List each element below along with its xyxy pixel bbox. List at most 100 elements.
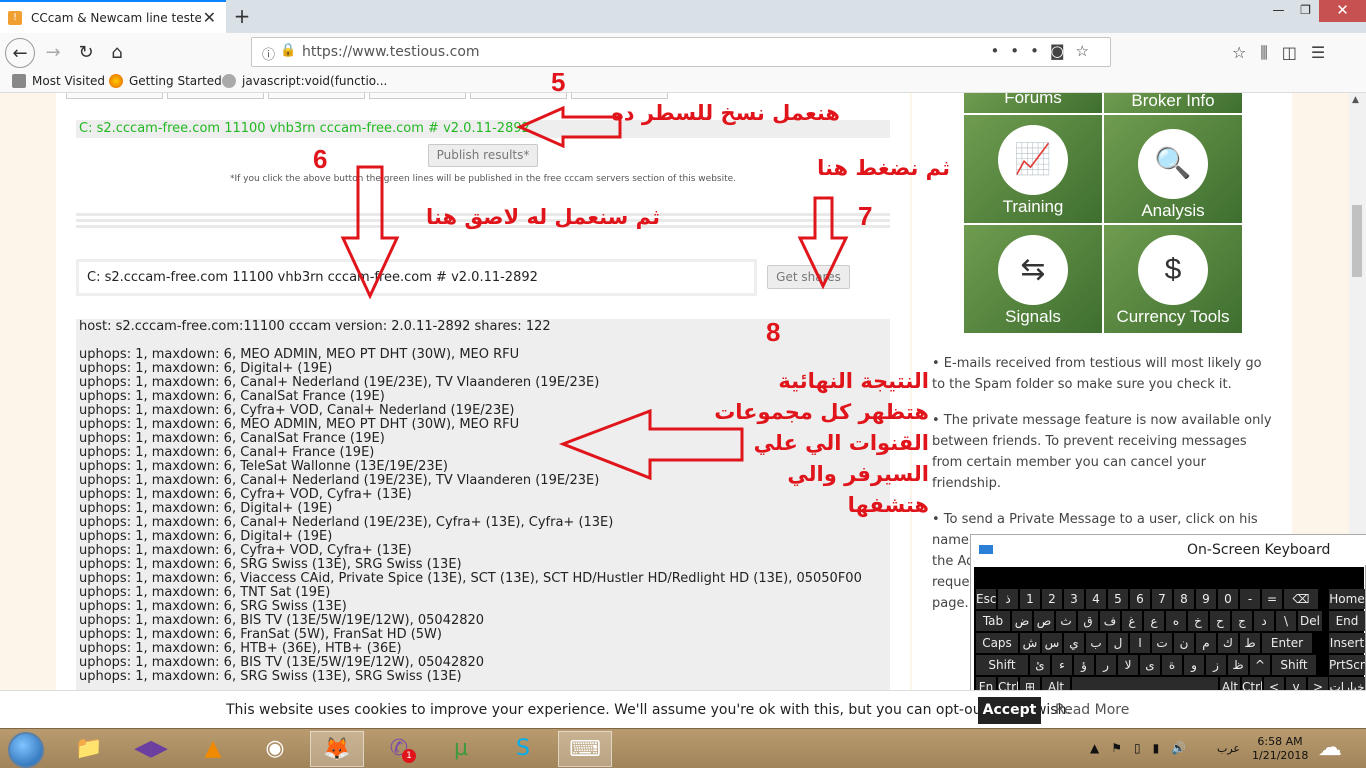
bookmark-star-icon[interactable]: ☆ bbox=[1076, 42, 1100, 60]
close-window-icon[interactable]: ✕ bbox=[1319, 0, 1366, 22]
firefox-icon[interactable]: 🦊 bbox=[310, 731, 364, 767]
osk-key[interactable]: ^ bbox=[1250, 655, 1270, 675]
clock[interactable]: 6:58 AM 1/21/2018 bbox=[1252, 735, 1308, 763]
osk-key[interactable]: غ bbox=[1122, 611, 1142, 631]
osk-key[interactable]: = bbox=[1262, 589, 1282, 609]
osk-key[interactable]: ع bbox=[1144, 611, 1164, 631]
osk-key[interactable]: ه bbox=[1166, 611, 1186, 631]
osk-key[interactable]: ك bbox=[1218, 633, 1238, 653]
osk-key[interactable]: ظ bbox=[1228, 655, 1248, 675]
osk-key[interactable]: ز bbox=[1206, 655, 1226, 675]
on-screen-keyboard[interactable]: On-Screen Keyboard Esc ذ 1 2 3 4 5 6 7 8 9 0- = ⌫ Tab ض… bbox=[970, 534, 1366, 702]
osk-key[interactable]: Caps bbox=[976, 633, 1018, 653]
osk-key[interactable]: Del bbox=[1298, 611, 1322, 631]
close-tab-icon[interactable]: ✕ bbox=[203, 8, 216, 27]
new-tab-button[interactable]: + bbox=[231, 4, 253, 28]
tile-broker-info[interactable]: Broker Info bbox=[1104, 93, 1242, 113]
osk-key[interactable]: 9 bbox=[1196, 589, 1216, 609]
osk-key[interactable]: ق bbox=[1078, 611, 1098, 631]
back-button[interactable]: ← bbox=[5, 38, 35, 68]
osk-key[interactable]: ش bbox=[1020, 633, 1040, 653]
osk-nav-key[interactable]: Home bbox=[1329, 589, 1365, 609]
chrome-icon[interactable]: ◉ bbox=[248, 731, 302, 767]
osk-key[interactable]: ج bbox=[1232, 611, 1252, 631]
osk-key[interactable]: م bbox=[1196, 633, 1216, 653]
osk-key[interactable]: ث bbox=[1056, 611, 1076, 631]
osk-key[interactable]: Shift bbox=[1272, 655, 1316, 675]
weather-icon[interactable]: ☁ bbox=[1318, 733, 1342, 761]
reload-icon[interactable]: ↻ bbox=[71, 38, 101, 68]
osk-key[interactable]: Enter bbox=[1262, 633, 1312, 653]
get-shares-button[interactable]: Get shares bbox=[767, 265, 850, 289]
osk-key[interactable]: ئ bbox=[1030, 655, 1050, 675]
osk-key[interactable]: ص bbox=[1034, 611, 1054, 631]
bookmarks-star-icon[interactable]: ☆ bbox=[1232, 43, 1260, 62]
osk-key[interactable]: س bbox=[1042, 633, 1062, 653]
osk-key[interactable]: ة bbox=[1162, 655, 1182, 675]
language-indicator[interactable]: عرب bbox=[1217, 742, 1240, 755]
osk-key[interactable]: 5 bbox=[1108, 589, 1128, 609]
menu-icon[interactable]: ☰ bbox=[1311, 43, 1339, 62]
osk-key[interactable]: ⌫ bbox=[1284, 589, 1318, 609]
show-hidden-icons-icon[interactable]: ▲ bbox=[1090, 741, 1111, 755]
site-info-icon[interactable]: ⓘ bbox=[262, 44, 275, 63]
osk-key[interactable]: ض bbox=[1012, 611, 1032, 631]
osk-key[interactable]: Shift bbox=[976, 655, 1028, 675]
network-icon[interactable]: ▮ bbox=[1153, 741, 1172, 755]
osk-key[interactable]: ؤ bbox=[1074, 655, 1094, 675]
osk-key[interactable]: لا bbox=[1118, 655, 1138, 675]
osk-key[interactable]: ح bbox=[1210, 611, 1230, 631]
osk-key[interactable]: خ bbox=[1188, 611, 1208, 631]
osk-key[interactable]: ذ bbox=[998, 589, 1018, 609]
osk-key[interactable]: 8 bbox=[1174, 589, 1194, 609]
restore-icon[interactable]: ❐ bbox=[1292, 0, 1319, 22]
tile-training[interactable]: 📈 Training bbox=[964, 115, 1102, 223]
osk-nav-key[interactable]: Insert bbox=[1329, 633, 1365, 653]
tile-signals[interactable]: ⇆ Signals bbox=[964, 225, 1102, 333]
skype-icon[interactable]: S bbox=[496, 731, 550, 767]
bookmark-javascript[interactable]: javascript:void(functio... bbox=[222, 74, 387, 88]
tile-analysis[interactable]: 🔍 Analysis bbox=[1104, 115, 1242, 223]
osk-titlebar[interactable]: On-Screen Keyboard bbox=[971, 535, 1366, 565]
utorrent-icon[interactable]: µ bbox=[434, 731, 488, 767]
url-text[interactable]: https://www.testious.com bbox=[302, 44, 480, 60]
osk-nav-key[interactable]: End bbox=[1329, 611, 1365, 631]
bookmark-most-visited[interactable]: Most Visited bbox=[12, 74, 105, 88]
osk-key[interactable]: 6 bbox=[1130, 589, 1150, 609]
osk-key[interactable]: ي bbox=[1064, 633, 1084, 653]
osk-key[interactable]: 0 bbox=[1218, 589, 1238, 609]
accept-cookies-button[interactable]: Accept bbox=[978, 697, 1041, 724]
osk-key[interactable]: 3 bbox=[1064, 589, 1084, 609]
vlc-icon[interactable]: ▲ bbox=[186, 731, 240, 767]
tile-currency-tools[interactable]: $ Currency Tools bbox=[1104, 225, 1242, 333]
osk-key[interactable]: ى bbox=[1140, 655, 1160, 675]
tile-forums[interactable]: Forums bbox=[964, 93, 1102, 113]
viber-icon[interactable]: ✆ 1 bbox=[372, 731, 426, 767]
osk-key[interactable]: 2 bbox=[1042, 589, 1062, 609]
osk-key[interactable]: د bbox=[1254, 611, 1274, 631]
browser-tab[interactable]: ! CCcam & Newcam line tester ✕ bbox=[0, 0, 226, 33]
library-icon[interactable]: ⫼ bbox=[1260, 43, 1281, 62]
osk-key[interactable]: 1 bbox=[1020, 589, 1040, 609]
url-bar[interactable]: ⓘ 🔒 https://www.testious.com •••◙☆ bbox=[251, 37, 1111, 67]
scroll-up-icon[interactable]: ▲ bbox=[1352, 95, 1359, 105]
volume-icon[interactable]: 🔊 bbox=[1171, 741, 1198, 755]
bookmark-getting-started[interactable]: Getting Started bbox=[109, 74, 222, 88]
scrollbar-thumb[interactable] bbox=[1352, 205, 1362, 277]
osk-key[interactable]: ف bbox=[1100, 611, 1120, 631]
osk-key[interactable]: ا bbox=[1130, 633, 1150, 653]
osk-key[interactable]: ب bbox=[1086, 633, 1106, 653]
minimize-icon[interactable]: — bbox=[1265, 0, 1292, 22]
forward-button[interactable]: → bbox=[38, 38, 68, 68]
publish-results-button[interactable]: Publish results* bbox=[428, 144, 538, 167]
osk-key[interactable]: و bbox=[1184, 655, 1204, 675]
battery-icon[interactable]: ▯ bbox=[1134, 741, 1153, 755]
osk-key[interactable]: ر bbox=[1096, 655, 1116, 675]
on-screen-keyboard-taskbar-icon[interactable]: ⌨ bbox=[558, 731, 612, 767]
osk-key[interactable]: \ bbox=[1276, 611, 1296, 631]
osk-key[interactable]: ط bbox=[1240, 633, 1260, 653]
osk-key[interactable]: ن bbox=[1174, 633, 1194, 653]
start-button[interactable] bbox=[8, 732, 44, 768]
osk-key[interactable]: Tab bbox=[976, 611, 1010, 631]
file-explorer-icon[interactable]: 📁 bbox=[62, 731, 116, 767]
